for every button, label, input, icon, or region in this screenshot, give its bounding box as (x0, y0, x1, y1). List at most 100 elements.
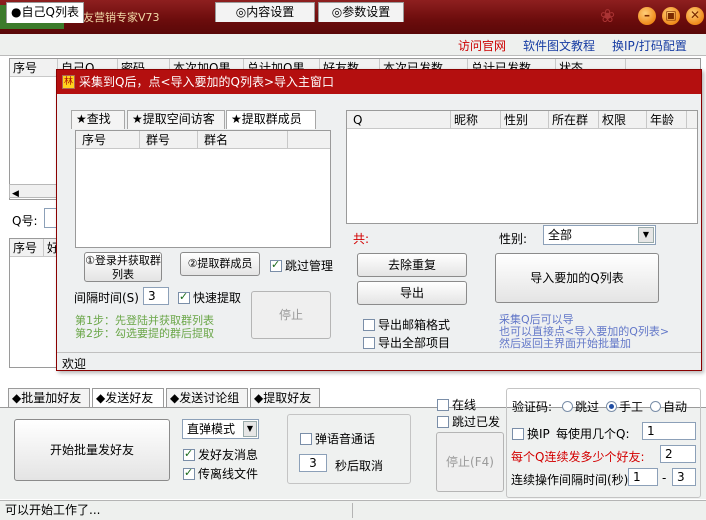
gender-select-value: 全部 (548, 228, 573, 242)
per-q-input[interactable]: 2 (660, 445, 696, 463)
horizontal-scrollbar[interactable]: ◀ (9, 184, 59, 199)
export-all-checkbox[interactable] (363, 337, 375, 349)
export-email-label: 导出邮箱格式 (378, 318, 451, 332)
close-button[interactable]: ✕ (686, 7, 704, 25)
status-text: 可以开始工作了... (5, 503, 101, 517)
tab-group-members[interactable]: ★提取群成员 (226, 110, 316, 129)
export-all-label: 导出全部项目 (378, 336, 451, 350)
tab-extract-friends[interactable]: ◆提取好友 (250, 388, 320, 409)
change-ip-label: 换IP (527, 427, 550, 441)
second-list: 序号好 (9, 238, 59, 368)
login-fetch-groups-button[interactable]: ①登录并获取群列表 (84, 252, 162, 282)
op-interval-label: 连续操作间隔时间(秒) (511, 473, 629, 487)
online-label: 在线 (452, 398, 477, 412)
top-tab-bar (0, 34, 706, 56)
skip-admin-checkbox[interactable] (270, 258, 282, 272)
dialog-app-icon: 林 (62, 75, 75, 89)
tab-search[interactable]: ★查找 (71, 110, 125, 129)
op-interval-min-input[interactable]: 1 (628, 468, 658, 486)
send-friend-msg-checkbox[interactable] (183, 447, 195, 461)
dialog-title: 采集到Q后，点<导入要加的Q列表>导入主窗口 (57, 70, 701, 94)
op-interval-dash: - (662, 471, 667, 485)
change-ip-option[interactable]: 换IP (512, 425, 550, 442)
captcha-auto-option[interactable]: 自动 (650, 398, 687, 415)
send-offline-file-checkbox[interactable] (183, 466, 195, 480)
col-age: 年龄 (647, 111, 687, 128)
dedupe-button[interactable]: 去除重复 (357, 253, 467, 277)
status-bar: 可以开始工作了... (0, 500, 706, 520)
export-button[interactable]: 导出 (357, 281, 467, 305)
interval-label: 间隔时间(S) (74, 291, 139, 305)
collect-dialog: 采集到Q后，点<导入要加的Q列表>导入主窗口 林 ★查找 ★提取空间访客 ★提取… (56, 69, 702, 371)
captcha-skip-option[interactable]: 跳过 (562, 398, 599, 415)
tab-space-visitors[interactable]: ★提取空间访客 (127, 110, 225, 129)
welcome-text: 欢迎 (62, 357, 87, 371)
minimize-button[interactable]: – (638, 7, 656, 25)
per-q-label: 每个Q连续发多少个好友: (511, 450, 645, 464)
online-option[interactable]: 在线 (437, 396, 476, 413)
voice-call-option[interactable]: 弹语音通话 (300, 430, 375, 447)
op-interval-max-input[interactable]: 3 (672, 468, 696, 486)
col-index: 序号 (76, 131, 140, 148)
ip-config-link[interactable]: 换IP/打码配置 (612, 37, 687, 54)
skip-sent-option[interactable]: 跳过已发 (437, 413, 500, 430)
status-divider (352, 503, 353, 518)
cancel-after-input[interactable]: 3 (299, 454, 327, 472)
col-index: 序号 (10, 59, 58, 76)
gender-select[interactable]: 全部 ▼ (543, 225, 656, 245)
stop-f4-button[interactable]: 停止(F4) (436, 432, 504, 492)
send-friend-msg-option[interactable]: 发好友消息 (183, 446, 258, 463)
export-all-option[interactable]: 导出全部项目 (363, 334, 450, 351)
captcha-manual-option[interactable]: 手工 (606, 398, 643, 415)
fast-extract-checkbox[interactable] (178, 290, 190, 304)
send-offline-file-label: 传离线文件 (198, 467, 259, 481)
tab-batch-add-friends[interactable]: ◆批量加好友 (8, 388, 90, 409)
import-q-list-button[interactable]: 导入要加的Q列表 (495, 253, 659, 303)
stop-extract-button[interactable]: 停止 (251, 291, 331, 339)
fast-extract-label: 快速提取 (193, 291, 242, 305)
mode-select[interactable]: 直弹模式 ▼ (182, 419, 259, 439)
chevron-down-icon[interactable]: ▼ (243, 421, 257, 437)
hint-collect-3: 然后返回主界面开始批量加 (499, 337, 631, 350)
change-ip-every-label: 每使用几个Q: (556, 427, 630, 441)
dialog-status-bar: 欢迎 (57, 352, 701, 371)
captcha-skip-radio[interactable] (562, 401, 573, 412)
captcha-auto-radio[interactable] (650, 401, 661, 412)
mode-select-value: 直弹模式 (187, 422, 236, 436)
tab-param-settings[interactable]: ◎参数设置 (318, 2, 404, 22)
change-ip-every-input[interactable]: 1 (642, 422, 696, 440)
tab-send-discussion[interactable]: ◆发送讨论组 (166, 388, 248, 409)
tab-content-settings[interactable]: ◎内容设置 (215, 2, 315, 22)
skip-sent-label: 跳过已发 (452, 415, 501, 429)
gender-label: 性别: (499, 232, 528, 246)
visit-website-link[interactable]: 访问官网 (458, 37, 506, 54)
settings-button[interactable]: ▣ (662, 7, 680, 25)
captcha-skip-label: 跳过 (575, 400, 600, 414)
change-ip-checkbox[interactable] (512, 428, 524, 440)
fetch-members-button[interactable]: ②提取群成员 (180, 252, 260, 276)
skip-admin-option[interactable]: 跳过管理 (270, 257, 333, 274)
col-index: 序号 (10, 239, 44, 256)
export-email-option[interactable]: 导出邮箱格式 (363, 316, 450, 333)
q-number-label: Q号: (12, 214, 38, 228)
send-offline-file-option[interactable]: 传离线文件 (183, 465, 258, 482)
voice-call-checkbox[interactable] (300, 433, 312, 445)
result-table-header: Q 昵称 性别 所在群 权限 年龄 (347, 111, 697, 129)
fast-extract-option[interactable]: 快速提取 (178, 289, 241, 306)
captcha-label: 验证码: (512, 400, 553, 414)
decor-swirl-icon: ❀ (600, 6, 616, 27)
chevron-down-icon[interactable]: ▼ (638, 227, 654, 243)
start-batch-send-button[interactable]: 开始批量发好友 (14, 419, 170, 481)
captcha-manual-label: 手工 (619, 400, 644, 414)
captcha-manual-radio[interactable] (606, 401, 617, 412)
tab-own-q-list[interactable]: ●自己Q列表 (6, 2, 84, 23)
export-email-checkbox[interactable] (363, 319, 375, 331)
col-gender: 性别 (501, 111, 549, 128)
tutorial-link[interactable]: 软件图文教程 (523, 37, 595, 54)
online-checkbox[interactable] (437, 399, 449, 411)
skip-sent-checkbox[interactable] (437, 416, 449, 428)
col-group-name: 群名 (198, 131, 288, 148)
col-q: Q (347, 111, 451, 128)
interval-input[interactable]: 3 (143, 287, 169, 305)
voice-call-label: 弹语音通话 (315, 432, 376, 446)
